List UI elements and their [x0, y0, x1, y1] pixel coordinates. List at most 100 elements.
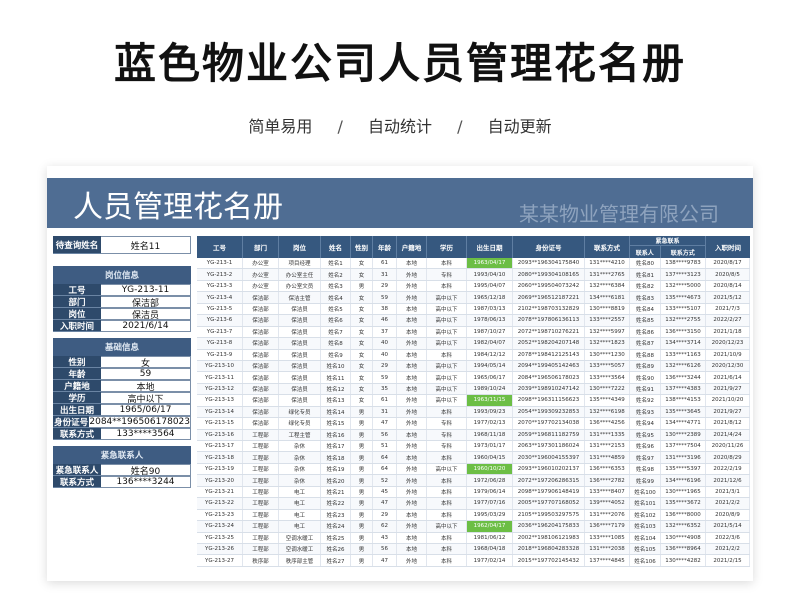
table-cell: 女 [351, 360, 373, 372]
table-row[interactable]: YG-213-1 办公室 项目经理 姓名1 女 61 本地 本科 1963/04/17 2093*… [197, 258, 750, 270]
table-cell: 1963/11/15 [467, 395, 513, 406]
table-cell: 姓名9 [321, 349, 351, 360]
table-row[interactable]: YG-213-4 保洁部 保洁主管 姓名4 女 59 外地 高中以下 1965/12/18 206… [197, 292, 750, 304]
column-header[interactable]: 性别 [351, 236, 373, 258]
emergency-column-group: 紧急联系 联系人 联系方式 [630, 236, 706, 258]
info-row: 工号 YG-213-11 [53, 284, 191, 296]
table-cell: 姓名10 [321, 360, 351, 372]
table-row[interactable]: YG-213-27 秩序部 秩序部主管 姓名27 男 47 外地 本科 1977/02/14 20… [197, 555, 750, 567]
table-row[interactable]: YG-213-21 工程部 电工 姓名21 男 45 外地 本科 1979/06/14 2098*… [197, 486, 750, 499]
table-row[interactable]: YG-213-12 保洁部 保洁员 姓名12 女 35 本地 高中以下 1989/10/24 20… [197, 383, 750, 396]
table-row[interactable]: YG-213-23 工程部 电工 姓名23 男 29 本地 本科 1995/03/29 2105*… [197, 509, 750, 522]
table-row[interactable]: YG-213-24 工程部 电工 姓名24 男 62 外地 高中以下 1962/04/17 203… [197, 521, 750, 533]
table-row[interactable]: YG-213-26 工程部 空调水暖工 姓名26 男 56 本地 本科 1968/04/18 20… [197, 543, 750, 556]
table-cell: 1987/10/27 [467, 326, 513, 338]
table-row[interactable]: YG-213-8 保洁部 保洁员 姓名8 女 40 外地 高中以下 1982/04/07 2052… [197, 338, 750, 350]
table-row[interactable]: YG-213-20 工程部 杂休 姓名20 男 52 外地 本科 1972/06/28 2072*… [197, 475, 750, 487]
table-row[interactable]: YG-213-10 保洁部 保洁员 姓名10 女 29 本地 高中以下 1994/05/14 20… [197, 360, 750, 373]
table-row[interactable]: YG-213-9 保洁部 保洁员 姓名9 女 40 本地 本科 1984/12/12 2078**… [197, 349, 750, 361]
column-header[interactable]: 联系方式 [661, 246, 705, 258]
table-row[interactable]: YG-213-7 保洁部 保洁员 姓名7 女 37 本地 高中以下 1987/10/27 2072… [197, 326, 750, 339]
table-cell: 134****6181 [585, 292, 630, 303]
table-row[interactable]: YG-213-22 工程部 电工 姓名22 男 47 外地 本科 1977/07/16 2005*… [197, 498, 750, 510]
table-cell: 1993/09/23 [467, 406, 513, 418]
table-cell: 保洁部 [243, 326, 279, 338]
table-row[interactable]: YG-213-2 办公室 办公室主任 姓名2 女 31 外地 专科 1993/04/10 2080… [197, 269, 750, 281]
query-input[interactable]: 姓名11 [101, 236, 191, 254]
table-cell: 姓名101 [630, 498, 661, 509]
table-cell: 工程部 [243, 486, 279, 498]
table-row[interactable]: YG-213-13 保洁部 保洁员 姓名13 女 61 外地 高中以下 1963/11/15 20… [197, 395, 750, 407]
table-cell: 办公室 [243, 258, 279, 269]
table-cell: 外地 [397, 486, 427, 498]
column-header[interactable]: 岗位 [279, 236, 321, 258]
query-row: 待查询姓名 姓名11 [53, 236, 191, 254]
table-cell: YG-213-2 [197, 269, 243, 280]
table-row[interactable]: YG-213-17 工程部 杂休 姓名17 男 51 外地 专科 1973/01/17 2063*… [197, 441, 750, 453]
table-cell: 2059**196811182759 [513, 429, 585, 440]
table-row[interactable]: YG-213-3 办公室 办公室文员 姓名3 男 29 外地 本科 1995/04/07 2060… [197, 280, 750, 293]
column-header[interactable]: 姓名 [321, 236, 351, 258]
table-cell: YG-213-14 [197, 406, 243, 418]
table-row[interactable]: YG-213-19 工程部 杂休 姓名19 男 64 外地 高中以下 1960/10/20 209… [197, 463, 750, 476]
table-cell: 空调水暖工 [279, 543, 321, 555]
table-cell: 2080**199304108165 [513, 269, 585, 280]
column-header[interactable]: 年龄 [373, 236, 397, 258]
table-cell: 51 [373, 441, 397, 452]
column-header[interactable]: 户籍地 [397, 236, 427, 258]
table-cell: 2021/8/12 [706, 418, 750, 429]
table-cell: 1989/10/24 [467, 383, 513, 395]
table-cell: YG-213-21 [197, 486, 243, 498]
table-cell: 电工 [279, 498, 321, 509]
table-cell: 保洁员 [279, 326, 321, 338]
table-cell: 姓名22 [321, 498, 351, 509]
table-cell: 2052**198204207148 [513, 338, 585, 349]
table-row[interactable]: YG-213-18 工程部 杂休 姓名18 男 64 本地 本科 1960/04/15 2030*… [197, 452, 750, 464]
table-cell: 姓名8 [321, 338, 351, 349]
table-cell: 姓名98 [630, 463, 661, 475]
table-cell: YG-213-26 [197, 543, 243, 555]
table-cell: 本科 [427, 543, 467, 555]
table-cell: 姓名103 [630, 521, 661, 532]
table-row[interactable]: YG-213-25 工程部 空调水暖工 姓名25 男 43 本地 本科 1981/06/12 20… [197, 532, 750, 544]
table-header: 工号 部门 岗位 姓名 性别 年龄 户籍地 学历 出生日期 身份证号 联系方式 紧急联系 联系人 联系方式… [197, 236, 750, 258]
column-header[interactable]: 工号 [197, 236, 243, 258]
table-cell: 本地 [397, 532, 427, 543]
table-cell: 2022/2/27 [706, 315, 750, 326]
table-cell: 女 [351, 315, 373, 326]
table-cell: 本地 [397, 543, 427, 555]
table-cell: YG-213-4 [197, 292, 243, 303]
table-cell: YG-213-15 [197, 418, 243, 429]
table-row[interactable]: YG-213-11 保洁部 保洁员 姓名11 女 59 本地 高中以下 1965/06/17 20… [197, 372, 750, 384]
table-cell: 本地 [397, 326, 427, 338]
table-row[interactable]: YG-213-14 保洁部 绿化专员 姓名14 男 31 外地 本科 1993/09/23 205… [197, 406, 750, 419]
table-cell: 保洁员 [279, 372, 321, 383]
table-cell: 工程部 [243, 521, 279, 532]
table-cell: 134****3714 [661, 338, 706, 349]
table-cell: 姓名87 [630, 338, 661, 349]
column-header[interactable]: 部门 [243, 236, 279, 258]
table-row[interactable]: YG-213-15 保洁部 绿化专员 姓名15 男 47 外地 专科 1977/02/13 207… [197, 418, 750, 430]
table-row[interactable]: YG-213-16 工程部 工程主管 姓名16 男 56 本地 专科 1968/11/18 205… [197, 429, 750, 441]
table-cell: 136****8964 [661, 543, 706, 555]
table-cell: 男 [351, 509, 373, 521]
table-cell: 138****9783 [661, 258, 706, 269]
column-header[interactable]: 联系人 [630, 246, 661, 258]
table-cell: 133****3564 [585, 372, 630, 383]
table-row[interactable]: YG-213-5 保洁部 保洁员 姓名5 女 38 本地 高中以下 1987/03/13 2102… [197, 303, 750, 316]
info-row: 联系方式 133****3564 [53, 428, 191, 440]
column-header[interactable]: 身份证号 [513, 236, 585, 258]
table-cell: 133****5057 [585, 360, 630, 372]
table-cell: 女 [351, 372, 373, 383]
table-cell: 姓名88 [630, 349, 661, 360]
table-cell: 工程主管 [279, 429, 321, 440]
info-label: 部门 [53, 296, 101, 308]
column-header[interactable]: 出生日期 [467, 236, 513, 258]
table-cell: 131****4210 [585, 258, 630, 269]
column-header[interactable]: 联系方式 [585, 236, 630, 258]
column-header[interactable]: 学历 [427, 236, 467, 258]
table-row[interactable]: YG-213-6 保洁部 保洁员 姓名6 女 46 本地 高中以下 1978/06/13 2078… [197, 315, 750, 327]
table-cell: 40 [373, 349, 397, 360]
column-header[interactable]: 入职时间 [706, 236, 750, 258]
table-cell: 136****4256 [585, 418, 630, 429]
